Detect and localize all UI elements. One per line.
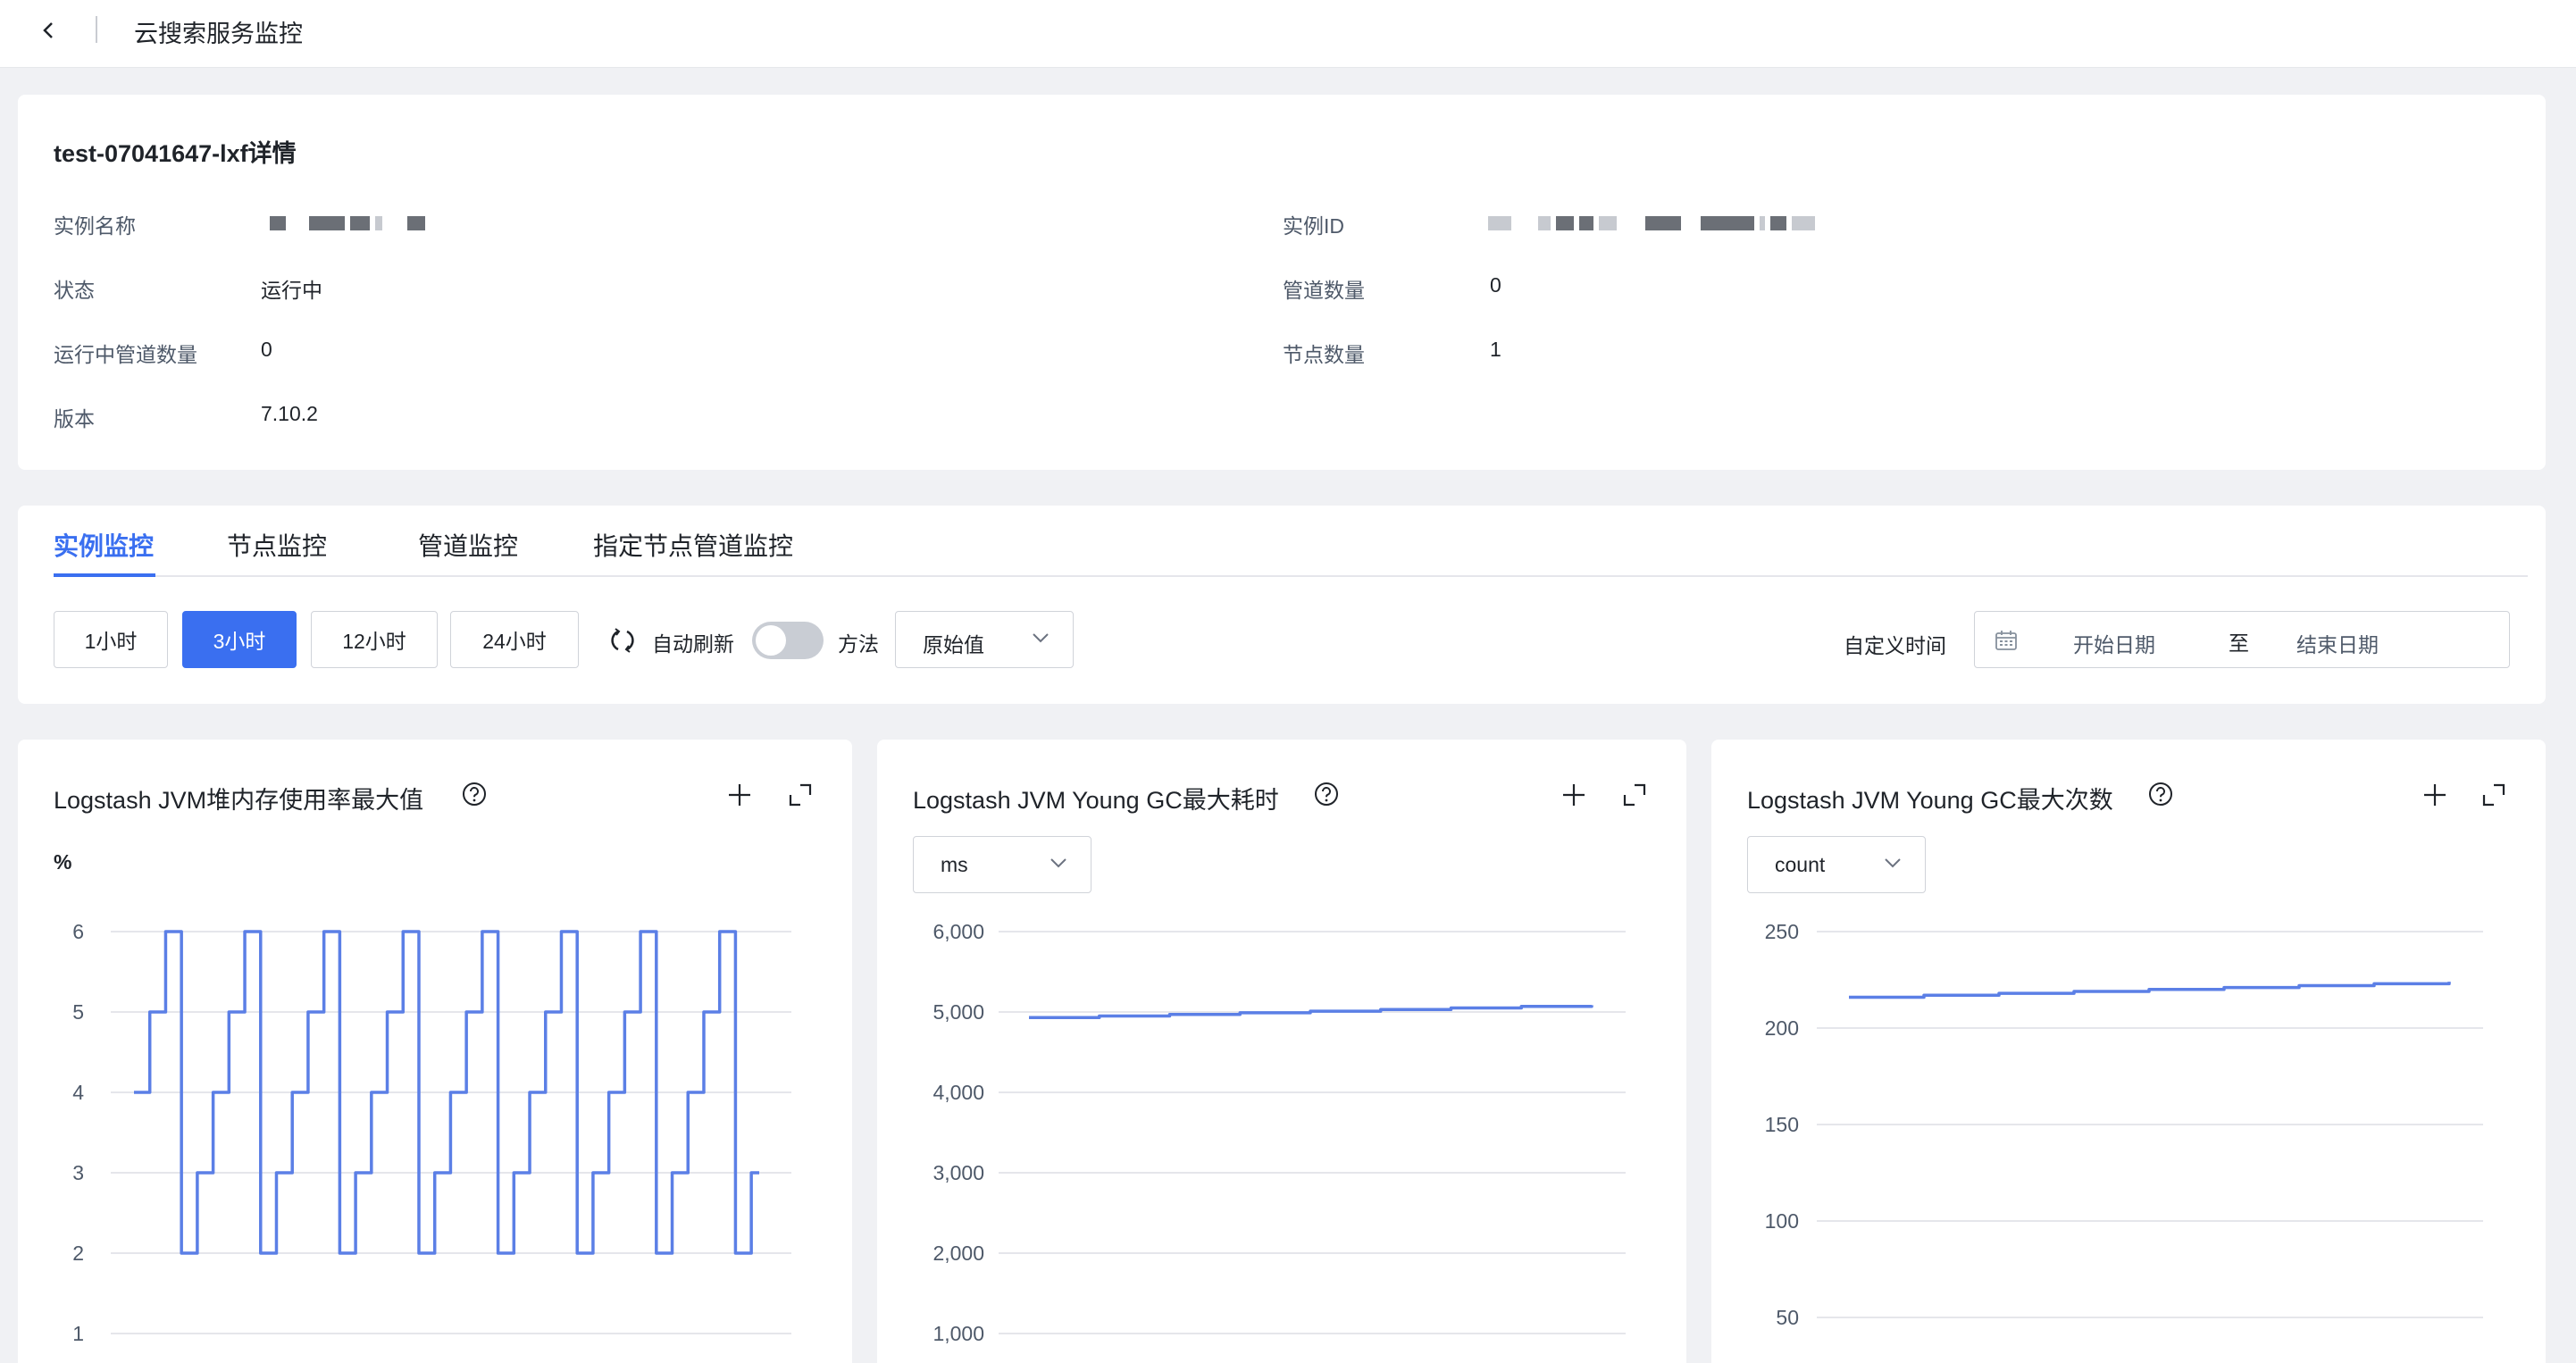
expand-icon[interactable]	[1622, 782, 1647, 807]
y-tick-label: 1,000	[933, 1322, 984, 1345]
divider	[96, 16, 97, 43]
page-title: 云搜索服务监控	[134, 21, 303, 47]
active-tab-indicator	[54, 573, 155, 577]
range-1h-button[interactable]: 1小时	[54, 611, 168, 668]
monitor-controls-card: 实例监控 节点监控 管道监控 指定节点管道监控 1小时 3小时 12小时 24小…	[18, 506, 2546, 704]
top-bar: 云搜索服务监控	[0, 0, 2576, 68]
help-icon[interactable]	[1313, 781, 1340, 807]
info-label: 状态	[54, 279, 95, 302]
add-icon[interactable]	[727, 782, 752, 807]
add-icon[interactable]	[2422, 782, 2447, 807]
y-tick-label: 2	[72, 1242, 84, 1265]
method-select-value: 原始值	[923, 633, 984, 656]
monitor-tabs: 实例监控 节点监控 管道监控 指定节点管道监控	[54, 506, 2528, 577]
info-label: 实例名称	[54, 214, 136, 238]
info-status: 状态 运行中	[54, 273, 322, 304]
pipeline-count-value: 0	[1490, 273, 1501, 297]
range-24h-button[interactable]: 24小时	[450, 611, 579, 668]
unit-select[interactable]: count	[1747, 836, 1926, 893]
tab-pipeline-monitor[interactable]: 管道监控	[418, 527, 518, 563]
info-label: 管道数量	[1283, 279, 1365, 302]
add-icon[interactable]	[1561, 782, 1586, 807]
end-date-input[interactable]: 结束日期	[2296, 628, 2379, 658]
young-gc-time-chart: 1,000 2,000 3,000 4,000 5,000 6,000	[933, 920, 1626, 1345]
y-tick-label: 2,000	[933, 1242, 984, 1265]
unit-select-value: count	[1775, 853, 1826, 876]
back-arrow-icon[interactable]	[36, 18, 61, 43]
info-instance-name: 实例名称	[54, 209, 136, 239]
y-tick-label: 4	[72, 1081, 84, 1104]
instance-detail-title: test-07041647-lxf详情	[54, 140, 297, 167]
unit-select[interactable]: ms	[913, 836, 1091, 893]
info-label: 节点数量	[1283, 343, 1365, 366]
y-tick-label: 3	[72, 1161, 84, 1184]
y-tick-label: 3,000	[933, 1161, 984, 1184]
refresh-icon[interactable]	[607, 627, 638, 654]
chart-card-young-gc-time: Logstash JVM Young GC最大耗时 ms 1,000 2,000 3…	[877, 740, 1686, 1363]
young-gc-count-chart: 50 100 150 200 250	[1765, 920, 2483, 1329]
help-icon[interactable]	[461, 781, 488, 807]
custom-time-label: 自定义时间	[1844, 634, 1946, 657]
tab-node-monitor[interactable]: 节点监控	[227, 527, 327, 563]
running-pipeline-value: 0	[261, 338, 272, 361]
info-instance-id: 实例ID	[1283, 209, 1344, 239]
calendar-icon	[1995, 631, 2017, 650]
tab-instance-monitor[interactable]: 实例监控	[54, 527, 154, 563]
y-tick-label: 1	[72, 1322, 84, 1345]
info-pipeline-count: 管道数量 0	[1283, 273, 1501, 304]
y-tick-label: 5,000	[933, 1000, 984, 1024]
chart-card-heap-usage: Logstash JVM堆内存使用率最大值 % 1 2 3 4 5 6	[18, 740, 852, 1363]
y-tick-label: 4,000	[933, 1081, 984, 1104]
start-date-input[interactable]: 开始日期	[2073, 628, 2155, 658]
chevron-down-icon	[1050, 858, 1066, 868]
info-version: 版本 7.10.2	[54, 402, 318, 432]
expand-icon[interactable]	[2481, 782, 2506, 807]
instance-info-card: test-07041647-lxf详情 实例名称 实例ID 状态 运行中 管道数…	[18, 95, 2546, 470]
info-label: 实例ID	[1283, 214, 1344, 238]
chart-title: Logstash JVM Young GC最大耗时	[913, 787, 1279, 814]
auto-refresh-toggle[interactable]	[752, 622, 824, 659]
auto-refresh-label: 自动刷新	[652, 632, 734, 656]
range-3h-button[interactable]: 3小时	[182, 611, 297, 668]
expand-icon[interactable]	[788, 782, 813, 807]
help-icon[interactable]	[2147, 781, 2174, 807]
info-node-count: 节点数量 1	[1283, 338, 1501, 368]
node-count-value: 1	[1490, 338, 1501, 361]
heap-usage-chart: 1 2 3 4 5 6	[72, 920, 791, 1345]
tab-node-pipeline-monitor[interactable]: 指定节点管道监控	[593, 527, 793, 563]
chart-title: Logstash JVM堆内存使用率最大值	[54, 787, 424, 814]
y-tick-label: 6	[72, 920, 84, 943]
masked-instance-id	[1488, 214, 1815, 232]
y-tick-label: 5	[72, 1000, 84, 1024]
masked-instance-name	[270, 214, 425, 232]
chart-title: Logstash JVM Young GC最大次数	[1747, 787, 2113, 814]
info-label: 运行中管道数量	[54, 343, 197, 366]
chevron-down-icon	[1885, 858, 1901, 868]
range-12h-button[interactable]: 12小时	[311, 611, 438, 668]
y-tick-label: 150	[1765, 1113, 1799, 1136]
y-tick-label: 50	[1776, 1306, 1799, 1329]
y-tick-label: 6,000	[933, 920, 984, 943]
y-tick-label: 250	[1765, 920, 1799, 943]
date-range-separator: 至	[2229, 631, 2249, 655]
info-label: 版本	[54, 407, 95, 431]
date-range-picker[interactable]: 开始日期 至 结束日期	[1974, 611, 2510, 668]
y-tick-label: 200	[1765, 1016, 1799, 1040]
version-value: 7.10.2	[261, 402, 318, 425]
unit-label: %	[54, 850, 72, 874]
status-value: 运行中	[261, 279, 322, 302]
method-label: 方法	[838, 632, 879, 656]
chart-card-young-gc-count: Logstash JVM Young GC最大次数 count 50 100 150…	[1711, 740, 2546, 1363]
method-select[interactable]: 原始值	[895, 611, 1074, 668]
series-line	[1849, 982, 2451, 999]
info-running-pipelines: 运行中管道数量 0	[54, 338, 272, 368]
y-tick-label: 100	[1765, 1209, 1799, 1233]
unit-select-value: ms	[941, 853, 968, 876]
chevron-down-icon	[1033, 633, 1049, 643]
